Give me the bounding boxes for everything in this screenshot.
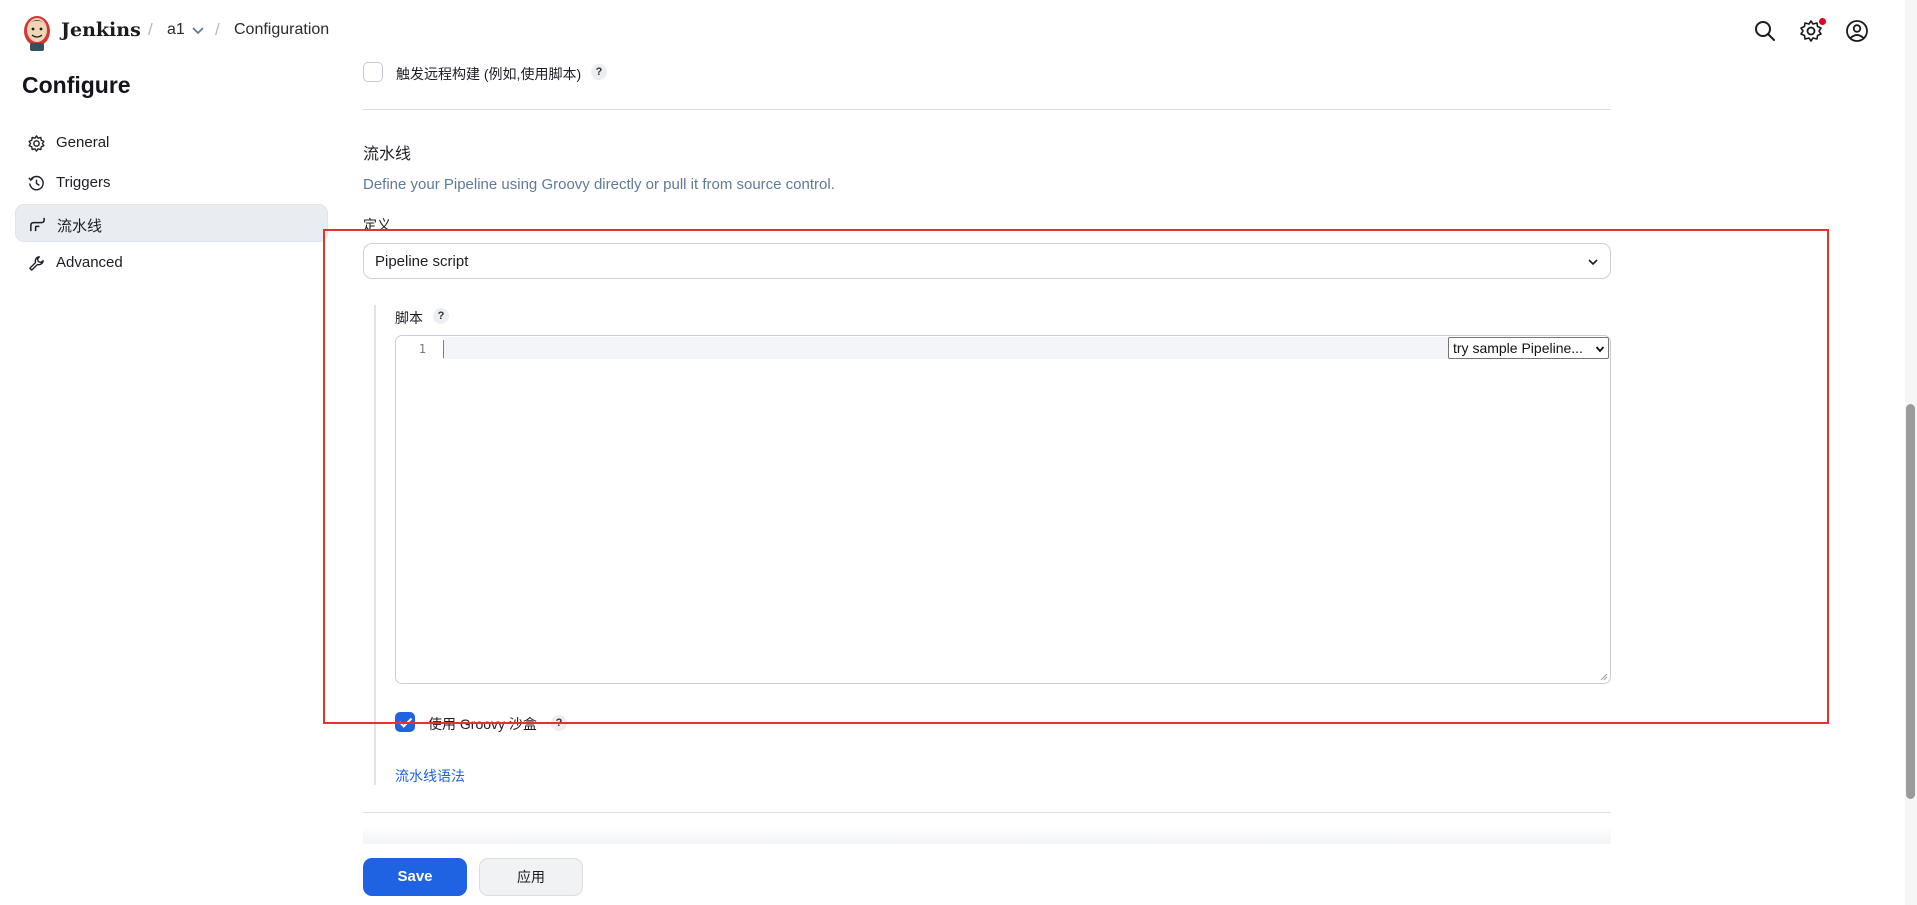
- sidebar-item-label: General: [56, 134, 110, 151]
- breadcrumb-separator: /: [148, 20, 153, 39]
- sidebar-item-label: Advanced: [56, 254, 123, 271]
- account-icon[interactable]: [1844, 18, 1870, 44]
- highlight-box: [323, 229, 1829, 724]
- brand-name[interactable]: Jenkins: [61, 19, 141, 41]
- chevron-down-icon[interactable]: [190, 22, 206, 38]
- divider: [363, 812, 1611, 813]
- jenkins-logo-icon[interactable]: [20, 12, 54, 52]
- save-button[interactable]: Save: [363, 858, 467, 896]
- section-description: Define your Pipeline using Groovy direct…: [363, 176, 835, 193]
- trigger-remote-checkbox[interactable]: [363, 62, 383, 82]
- breadcrumb-configuration: Configuration: [234, 21, 330, 38]
- search-icon[interactable]: [1752, 18, 1778, 44]
- section-title: 流水线: [363, 146, 412, 163]
- wrench-icon: [29, 256, 44, 271]
- sidebar-item-label: 流水线: [57, 218, 103, 235]
- pipeline-icon: [30, 217, 45, 232]
- scrollbar-thumb[interactable]: [1906, 404, 1915, 799]
- apply-button[interactable]: 应用: [479, 858, 583, 896]
- footer-bar: [363, 826, 1611, 844]
- sidebar-item-label: Triggers: [56, 174, 111, 191]
- sidebar-item-advanced[interactable]: Advanced: [15, 244, 328, 282]
- help-icon[interactable]: ?: [591, 64, 607, 80]
- divider: [363, 109, 1611, 110]
- notification-dot: [1819, 18, 1826, 25]
- breadcrumb-separator: /: [215, 20, 220, 39]
- trigger-remote-label: 触发远程构建 (例如,使用脚本): [396, 66, 582, 82]
- clock-icon: [28, 175, 44, 191]
- sidebar-item-pipeline[interactable]: 流水线: [15, 204, 328, 242]
- page-title: Configure: [22, 72, 131, 98]
- pipeline-syntax-link[interactable]: 流水线语法: [395, 766, 465, 786]
- sidebar-item-general[interactable]: General: [15, 124, 328, 162]
- sidebar-item-triggers[interactable]: Triggers: [15, 164, 328, 202]
- gear-icon: [28, 135, 45, 152]
- top-bar: Jenkins / a1 / Configuration: [0, 0, 1905, 64]
- breadcrumb-job[interactable]: a1: [167, 21, 185, 39]
